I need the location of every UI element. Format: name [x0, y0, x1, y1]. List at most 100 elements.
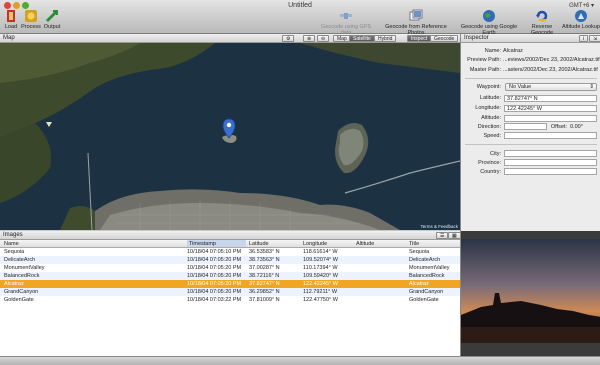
longitude-label: Longitude:: [475, 105, 501, 111]
satellite-map[interactable]: Terms & Feedback: [0, 43, 460, 230]
zoom-in-button[interactable]: ⊕: [303, 35, 316, 42]
process-icon: [25, 10, 37, 22]
offset-label: Offset:: [550, 124, 567, 130]
geocode-gps-button[interactable]: Geocode using GPS data: [318, 9, 374, 36]
cell-name: GoldenGate: [4, 297, 34, 303]
map-panel-title: Map: [3, 35, 15, 41]
altitude-lookup-button[interactable]: Altitude Lookup: [562, 9, 600, 30]
preview-image: [461, 239, 600, 343]
map-imagery: [0, 43, 460, 230]
geocode-google-earth-button[interactable]: Geocode using Google Earth: [455, 9, 523, 36]
cell-title: MonumentValley: [409, 265, 450, 271]
country-label: Country:: [480, 169, 501, 175]
preview-path-label: Preview Path:: [467, 57, 501, 63]
speed-field[interactable]: [504, 132, 597, 139]
cell-timestamp: 10/18/04 07:05:10 PM: [187, 249, 242, 255]
photos-icon: [409, 9, 423, 21]
map-settings-button[interactable]: ⚙: [282, 35, 295, 42]
list-view-button[interactable]: ☰: [436, 232, 449, 239]
images-panel-title: Images: [3, 232, 23, 238]
country-field[interactable]: [504, 168, 597, 175]
cell-name: MonumentValley: [4, 265, 45, 271]
direction-field[interactable]: [504, 123, 547, 130]
city-label: City:: [490, 151, 501, 157]
cell-name: GrandCanyon: [4, 289, 39, 295]
inspect-mode-button[interactable]: Inspect: [407, 35, 432, 42]
output-icon: [45, 9, 59, 23]
satellite-view-button[interactable]: Satellite: [349, 35, 375, 42]
waypoint-select[interactable]: No Value ⇕: [505, 83, 597, 91]
master-path-label: Master Path:: [469, 67, 501, 73]
cell-title: Alcatraz: [409, 281, 429, 287]
table-row[interactable]: Alcatraz 10/18/04 07:05:20 PM 37.82747° N 1…: [0, 280, 460, 288]
table-row[interactable]: MonumentValley 10/18/04 07:05:20 PM 37.002…: [0, 264, 460, 272]
column-header-altitude[interactable]: Altitude: [356, 241, 374, 247]
geocode-mode-button[interactable]: Geocode: [430, 35, 459, 42]
chevron-updown-icon: ⇕: [589, 84, 594, 90]
expand-button[interactable]: ⇲: [589, 35, 600, 42]
images-panel-header: Images ☰ ▦: [0, 231, 461, 240]
grid-view-button[interactable]: ▦: [448, 232, 461, 239]
altitude-lookup-label: Altitude Lookup: [562, 24, 600, 30]
load-label: Load: [4, 24, 18, 30]
cell-title: GrandCanyon: [409, 289, 444, 295]
cell-lon: 110.17394° W: [303, 265, 338, 271]
info-icon: i: [583, 36, 585, 42]
cell-timestamp: 10/18/04 07:05:20 PM: [187, 273, 242, 279]
offset-value[interactable]: 0.00°: [570, 124, 583, 130]
reverse-geocode-button[interactable]: Reverse Geocode: [520, 9, 564, 36]
latitude-label: Latitude:: [479, 95, 501, 101]
cell-lon: 109.52074° W: [303, 257, 338, 263]
geocode-reference-button[interactable]: Geocode from Reference Photos: [376, 9, 456, 36]
province-field[interactable]: [504, 159, 597, 166]
city-field[interactable]: [504, 150, 597, 157]
cell-timestamp: 10/18/04 07:05:20 PM: [187, 281, 242, 287]
cell-lat: 37.82747° N: [249, 281, 280, 287]
zoom-out-button[interactable]: ⊖: [317, 35, 330, 42]
timezone-selector[interactable]: GMT+6 ▾: [569, 2, 594, 9]
info-button[interactable]: i: [579, 35, 589, 42]
cell-timestamp: 10/18/04 07:05:20 PM: [187, 257, 242, 263]
altitude-label: Altitude:: [481, 115, 501, 121]
column-header-longitude[interactable]: Longitude: [303, 241, 327, 247]
altitude-field[interactable]: [504, 115, 597, 122]
gear-icon: ⚙: [286, 36, 291, 42]
cell-lat: 36.29852° N: [249, 289, 280, 295]
photo-preview: [460, 231, 600, 356]
cell-name: Alcatraz: [4, 281, 24, 287]
longitude-field[interactable]: 122.42245° W: [504, 105, 597, 112]
waypoint-label: Waypoint:: [476, 84, 501, 90]
column-header-timestamp[interactable]: Timestamp: [187, 240, 246, 247]
cell-lon: 109.59420° W: [303, 273, 338, 279]
table-row[interactable]: DelicateArch 10/18/04 07:05:20 PM 38.73563…: [0, 256, 460, 264]
table-row[interactable]: GrandCanyon 10/18/04 07:05:20 PM 36.29852°…: [0, 288, 460, 296]
table-row[interactable]: BalancedRock 10/18/04 07:05:20 PM 38.72116…: [0, 272, 460, 280]
column-header-name[interactable]: Name: [4, 241, 19, 247]
load-button[interactable]: Load: [3, 9, 19, 30]
hybrid-view-button[interactable]: Hybrid: [374, 35, 397, 42]
expand-icon: ⇲: [593, 36, 598, 42]
cell-lat: 36.53583° N: [249, 249, 280, 255]
cell-lon: 122.42245° W: [303, 281, 338, 287]
divider: [465, 78, 597, 79]
globe-icon: [483, 10, 495, 22]
map-panel-header: Map ⚙ ⊕ ⊖ Map Satellite Hybrid Inspect G…: [0, 34, 460, 43]
map-attribution-link[interactable]: Terms & Feedback: [420, 224, 458, 229]
preview-path-value: ...eviews/2002/Dec 23, 2002/Alcatraz.tif: [503, 57, 600, 63]
grid-icon: ▦: [452, 233, 457, 239]
latitude-field[interactable]: 37.82747° N: [504, 95, 597, 102]
column-header-title[interactable]: Title: [409, 241, 419, 247]
table-row[interactable]: GoldenGate 10/18/04 07:03:22 PM 37.81009° …: [0, 296, 460, 304]
column-header-latitude[interactable]: Latitude: [249, 241, 269, 247]
inspector-panel: Name: Alcatraz Preview Path: ...eviews/2…: [460, 43, 600, 231]
load-icon: [7, 10, 15, 22]
process-button[interactable]: Process: [21, 9, 41, 30]
list-icon: ☰: [440, 233, 445, 239]
waypoint-value: No Value: [509, 84, 532, 90]
process-label: Process: [21, 24, 41, 30]
cell-name: DelicateArch: [4, 257, 36, 263]
table-row[interactable]: Sequoia 10/18/04 07:05:10 PM 36.53583° N 11…: [0, 248, 460, 256]
output-button[interactable]: Output: [43, 9, 61, 30]
cell-title: Sequoia: [409, 249, 430, 255]
name-label: Name:: [484, 48, 501, 54]
